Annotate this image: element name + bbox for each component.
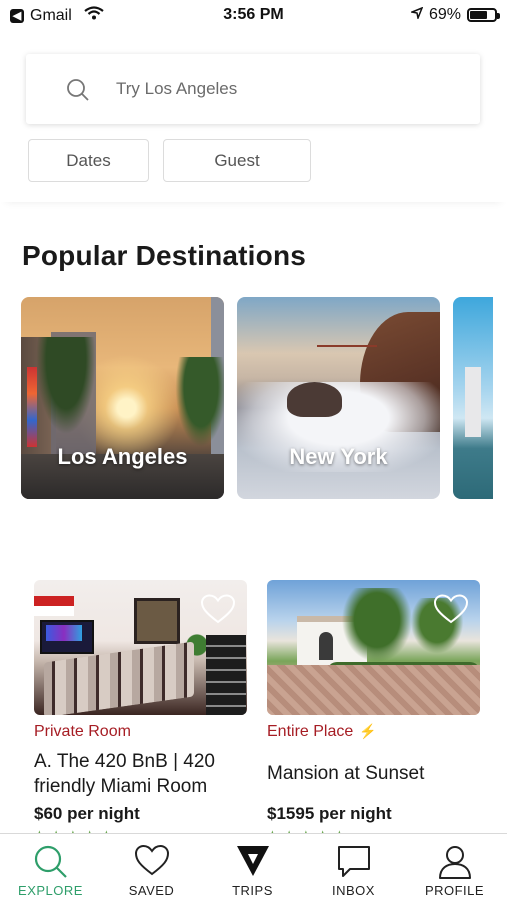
tab-label: TRIPS: [232, 883, 273, 898]
destination-label: Los Angeles: [57, 444, 188, 469]
listing-title[interactable]: A. The 420 BnB | 420 friendly Miami Room: [34, 749, 247, 799]
listing-type-label: Entire Place: [267, 723, 354, 740]
listing-photo[interactable]: [34, 580, 247, 715]
tab-explore[interactable]: EXPLORE: [0, 834, 101, 901]
search-header: Try Los Angeles Dates Guest: [0, 32, 507, 202]
search-placeholder: Try Los Angeles: [116, 79, 238, 98]
battery-percent: 69%: [428, 6, 461, 23]
listing-price: $60 per night: [34, 804, 140, 823]
photo-detail: [27, 367, 37, 447]
destination-card-partial[interactable]: [453, 297, 493, 499]
listing-type: Entire Place ⚡: [267, 723, 377, 741]
photo-detail: [46, 625, 82, 641]
trips-icon: [236, 846, 269, 876]
photo-detail: [34, 596, 74, 616]
location-arrow-icon: [409, 6, 424, 24]
save-heart-icon[interactable]: [433, 594, 469, 629]
status-right: 69%: [409, 6, 500, 24]
bottom-tab-bar: EXPLORE SAVED TRIPS INBOX PROFILE: [0, 833, 507, 901]
guest-button[interactable]: Guest: [163, 139, 311, 182]
listing-price: $1595 per night: [267, 804, 392, 823]
status-bar: ◀ Gmail 3:56 PM 69%: [0, 0, 507, 32]
section-title: Popular Destinations: [22, 240, 307, 271]
listing-card[interactable]: Entire Place ⚡ Mansion at Sunset $1595 pe…: [267, 580, 480, 842]
tab-trips[interactable]: TRIPS: [202, 834, 303, 901]
listing-card[interactable]: Private Room A. The 420 BnB | 420 friend…: [34, 580, 247, 842]
search-icon: [66, 78, 90, 107]
tab-label: SAVED: [128, 883, 175, 898]
photo-detail: [134, 598, 180, 644]
search-input[interactable]: Try Los Angeles: [26, 54, 480, 124]
tab-inbox[interactable]: INBOX: [303, 834, 404, 901]
save-heart-icon[interactable]: [200, 594, 236, 629]
listing-type-label: Private Room: [34, 723, 131, 740]
instant-book-bolt-icon: ⚡: [359, 723, 377, 739]
tab-saved[interactable]: SAVED: [101, 834, 202, 901]
battery-icon: [467, 8, 500, 22]
tab-label: PROFILE: [424, 883, 485, 898]
listing-photo[interactable]: [267, 580, 480, 715]
heart-icon: [134, 844, 169, 876]
photo-detail: [31, 337, 101, 447]
photo-detail: [317, 345, 377, 361]
destination-card-los-angeles[interactable]: Los Angeles: [21, 297, 224, 499]
photo-detail: [337, 588, 417, 668]
photo-detail: [267, 665, 480, 715]
destination-label: New York: [289, 444, 388, 469]
listing-title[interactable]: Mansion at Sunset: [267, 761, 480, 786]
listing-type: Private Room: [34, 723, 131, 741]
photo-detail: [465, 367, 481, 437]
tab-label: INBOX: [332, 883, 375, 898]
tab-profile[interactable]: PROFILE: [404, 834, 505, 901]
chat-icon: [337, 846, 370, 877]
profile-icon: [438, 846, 471, 879]
photo-detail: [287, 382, 342, 417]
photo-detail: [206, 635, 246, 715]
tab-label: EXPLORE: [18, 883, 83, 898]
dates-button[interactable]: Dates: [28, 139, 149, 182]
search-icon: [34, 845, 67, 878]
photo-detail: [171, 357, 224, 457]
photo-detail: [319, 632, 333, 660]
destination-card-new-york[interactable]: New York: [237, 297, 440, 499]
